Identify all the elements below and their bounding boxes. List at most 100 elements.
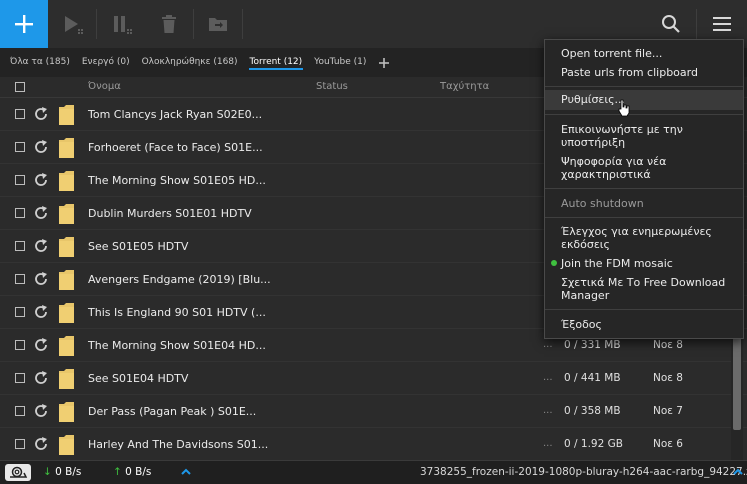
resume-button[interactable] bbox=[48, 0, 96, 48]
download-arrow-icon: ↓ bbox=[43, 466, 52, 478]
folder-icon bbox=[59, 303, 74, 323]
refresh-icon[interactable] bbox=[33, 106, 49, 122]
chevron-up-icon[interactable] bbox=[732, 467, 744, 477]
row-progress-dots: ... bbox=[543, 339, 553, 350]
hamburger-icon bbox=[713, 17, 731, 31]
refresh-icon[interactable] bbox=[33, 271, 49, 287]
trash-icon bbox=[162, 15, 176, 33]
header-speed[interactable]: Ταχύτητα bbox=[440, 81, 489, 92]
row-date: Νοε 8 bbox=[653, 339, 683, 351]
row-checkbox[interactable] bbox=[15, 307, 25, 317]
row-checkbox[interactable] bbox=[15, 340, 25, 350]
play-icon bbox=[65, 16, 83, 34]
menu-separator bbox=[545, 86, 743, 87]
row-name: This Is England 90 S01 HDTV (... bbox=[88, 306, 266, 319]
table-row[interactable]: See S01E04 HDTV ... 0 / 441 MB Νοε 8 bbox=[0, 362, 747, 395]
row-date: Νοε 8 bbox=[653, 372, 683, 384]
header-status[interactable]: Status bbox=[316, 81, 348, 92]
pause-icon bbox=[114, 16, 132, 34]
row-size: 0 / 331 MB bbox=[564, 339, 621, 351]
row-size: 0 / 1.92 GB bbox=[564, 438, 623, 450]
hand-cursor-icon bbox=[618, 99, 630, 117]
row-checkbox[interactable] bbox=[15, 142, 25, 152]
menu-separator bbox=[545, 114, 743, 115]
menu-paste-urls[interactable]: Paste urls from clipboard bbox=[545, 66, 743, 79]
move-button[interactable] bbox=[194, 0, 242, 48]
table-row[interactable]: Harley And The Davidsons S01... ... 0 / … bbox=[0, 428, 747, 461]
refresh-icon[interactable] bbox=[33, 238, 49, 254]
refresh-icon[interactable] bbox=[33, 139, 49, 155]
table-row[interactable]: Der Pass (Pagan Peak ) S01E... ... 0 / 3… bbox=[0, 395, 747, 428]
tab-all[interactable]: Όλα τα (185) bbox=[6, 48, 74, 77]
folder-icon bbox=[59, 369, 74, 389]
folder-icon bbox=[59, 105, 74, 125]
row-checkbox[interactable] bbox=[15, 406, 25, 416]
row-checkbox[interactable] bbox=[15, 208, 25, 218]
menu-auto-shutdown[interactable]: Auto shutdown bbox=[545, 197, 743, 210]
refresh-icon[interactable] bbox=[33, 205, 49, 221]
menu-about-line1: Σχετικά Με Το Free Download bbox=[561, 276, 726, 289]
menu-open-torrent[interactable]: Open torrent file... bbox=[545, 47, 743, 60]
row-checkbox[interactable] bbox=[15, 439, 25, 449]
menu-updates-line2: εκδόσεις bbox=[561, 238, 610, 251]
menu-vote-line1: Ψηφοφορία για νέα bbox=[561, 155, 667, 168]
chevron-up-icon[interactable] bbox=[180, 467, 192, 477]
row-checkbox[interactable] bbox=[15, 241, 25, 251]
row-name: Tom Clancys Jack Ryan S02E0... bbox=[88, 108, 263, 121]
menu-separator bbox=[545, 217, 743, 218]
row-date: Νοε 6 bbox=[653, 438, 683, 450]
tab-completed[interactable]: Ολοκληρώθηκε (168) bbox=[138, 48, 242, 77]
row-progress-dots: ... bbox=[543, 372, 553, 383]
header-name[interactable]: Όνομα bbox=[88, 81, 121, 92]
row-checkbox[interactable] bbox=[15, 175, 25, 185]
add-download-button[interactable] bbox=[0, 0, 48, 48]
refresh-icon[interactable] bbox=[33, 304, 49, 320]
menu-check-updates[interactable]: Έλεγχος για ενημερωμένες εκδόσεις bbox=[545, 225, 743, 251]
row-name: Der Pass (Pagan Peak ) S01E... bbox=[88, 405, 257, 418]
row-checkbox[interactable] bbox=[15, 274, 25, 284]
speed-panel: ↓ 0 B/s ↑ 0 B/s bbox=[0, 461, 200, 484]
delete-button[interactable] bbox=[145, 0, 193, 48]
menu-settings[interactable]: Ρυθμίσεις... bbox=[545, 90, 743, 110]
folder-move-icon bbox=[209, 18, 227, 31]
tab-torrent[interactable]: Torrent (12) bbox=[246, 48, 307, 77]
add-tab-button[interactable] bbox=[374, 48, 394, 77]
row-name: See S01E04 HDTV bbox=[88, 372, 189, 385]
folder-icon bbox=[59, 204, 74, 224]
folder-icon bbox=[59, 138, 74, 158]
status-bar: ↓ 0 B/s ↑ 0 B/s 3738255_frozen-ii-2019-1… bbox=[0, 460, 747, 484]
status-filename: 3738255_frozen-ii-2019-1080p-bluray-h264… bbox=[420, 466, 747, 478]
row-name: Avengers Endgame (2019) [Blu... bbox=[88, 273, 271, 286]
menu-separator bbox=[545, 188, 743, 189]
refresh-icon[interactable] bbox=[33, 172, 49, 188]
upload-speed: ↑ 0 B/s bbox=[113, 466, 152, 478]
row-checkbox[interactable] bbox=[15, 109, 25, 119]
select-all-checkbox[interactable] bbox=[15, 82, 25, 92]
pause-button[interactable] bbox=[97, 0, 145, 48]
menu-about[interactable]: Σχετικά Με Το Free Download Manager bbox=[545, 276, 743, 302]
refresh-icon[interactable] bbox=[33, 403, 49, 419]
menu-exit[interactable]: Έξοδος bbox=[545, 318, 743, 331]
speed-limit-button[interactable] bbox=[5, 464, 31, 481]
row-checkbox[interactable] bbox=[15, 373, 25, 383]
row-progress-dots: ... bbox=[543, 438, 553, 449]
menu-join-mosaic[interactable]: Join the FDM mosaic bbox=[545, 257, 743, 270]
row-name: See S01E05 HDTV bbox=[88, 240, 189, 253]
menu-contact-support[interactable]: Επικοινωνήστε με την υποστήριξη bbox=[545, 123, 743, 149]
snail-icon bbox=[10, 466, 28, 478]
folder-icon bbox=[59, 237, 74, 257]
refresh-icon[interactable] bbox=[33, 436, 49, 452]
menu-about-line2: Manager bbox=[561, 289, 610, 302]
menu-contact-line2: υποστήριξη bbox=[561, 136, 626, 149]
folder-icon bbox=[59, 270, 74, 290]
menu-vote-features[interactable]: Ψηφοφορία για νέα χαρακτηριστικά bbox=[545, 155, 743, 181]
folder-icon bbox=[59, 435, 74, 455]
tab-active[interactable]: Ενεργό (0) bbox=[78, 48, 134, 77]
tab-youtube[interactable]: YouTube (1) bbox=[310, 48, 370, 77]
refresh-icon[interactable] bbox=[33, 337, 49, 353]
refresh-icon[interactable] bbox=[33, 370, 49, 386]
row-name: Dublin Murders S01E01 HDTV bbox=[88, 207, 252, 220]
menu-vote-line2: χαρακτηριστικά bbox=[561, 168, 651, 181]
plus-icon bbox=[15, 15, 33, 33]
search-icon bbox=[662, 15, 680, 33]
